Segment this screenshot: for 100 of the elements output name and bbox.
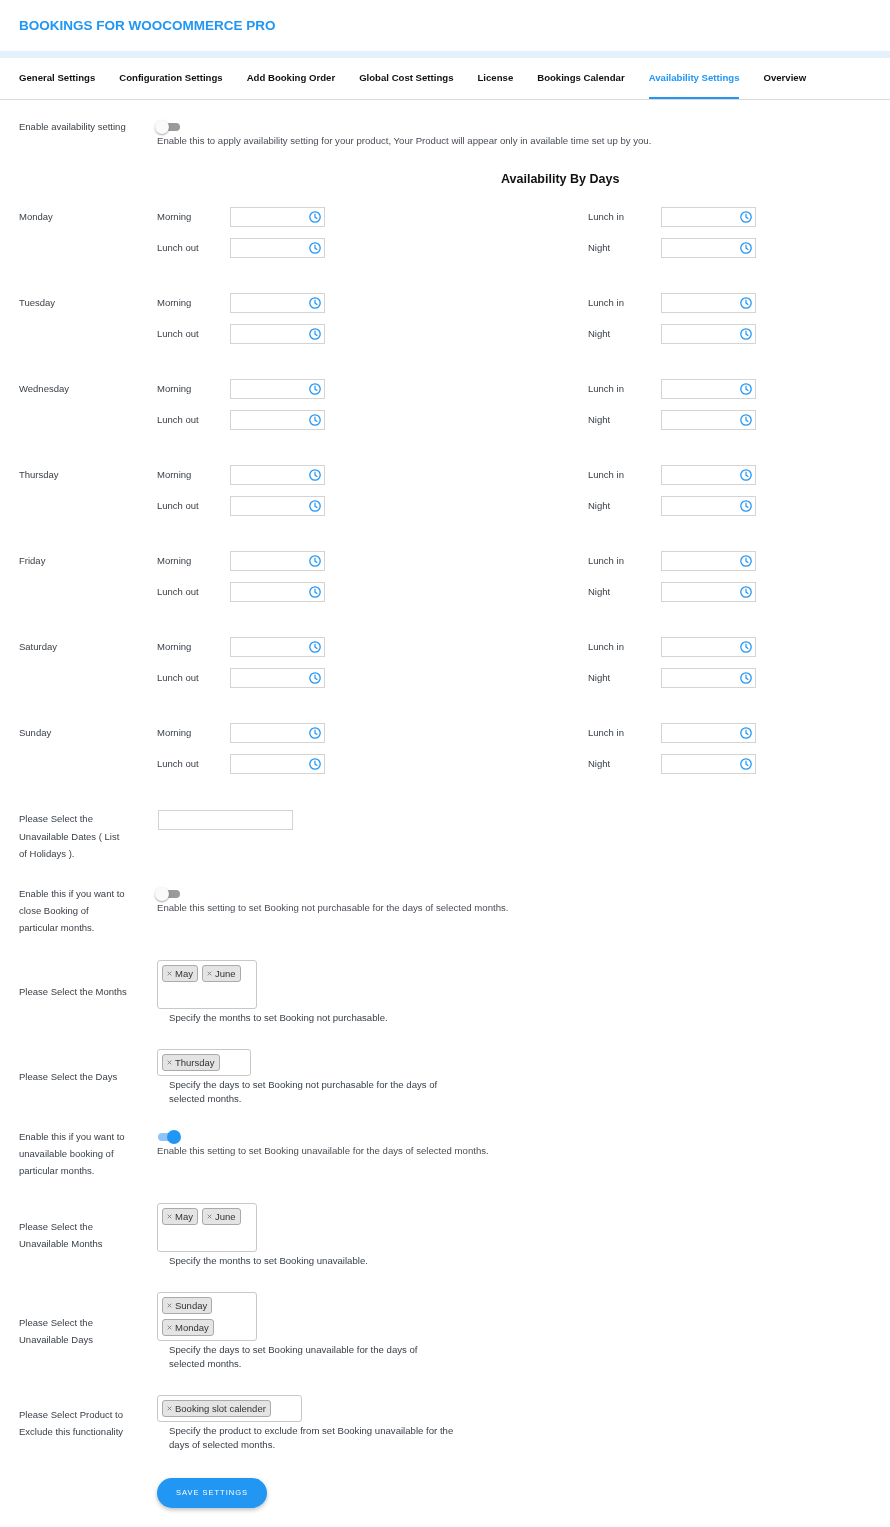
selected-tag[interactable]: Sunday: [162, 1296, 213, 1314]
clock-icon: [309, 211, 321, 223]
time-input[interactable]: [661, 723, 756, 743]
time-input[interactable]: [661, 293, 756, 313]
day-label: Sunday: [19, 726, 53, 740]
multi-select-field[interactable]: Sunday Monday: [157, 1291, 257, 1341]
time-input[interactable]: [661, 207, 756, 227]
remove-icon[interactable]: [167, 1302, 172, 1308]
multi-select-field[interactable]: Booking slot calender: [157, 1394, 302, 1422]
time-input[interactable]: [230, 668, 325, 688]
clock-icon: [740, 297, 752, 309]
time-slot-label: Night: [588, 241, 612, 255]
time-slot-label: Lunch in: [588, 554, 625, 568]
time-slot-label: Night: [588, 499, 612, 513]
time-input[interactable]: [230, 754, 325, 774]
time-input[interactable]: [230, 582, 325, 602]
multi-select-field[interactable]: Thursday: [157, 1048, 251, 1076]
time-slot-label: Night: [588, 413, 612, 427]
selected-tag[interactable]: May: [162, 964, 198, 982]
time-input[interactable]: [230, 637, 325, 657]
setting-description: Enable this setting to set Booking unavailable for the days of selected months.: [157, 1143, 489, 1158]
time-slot-label: Lunch in: [588, 640, 625, 654]
time-input[interactable]: [661, 637, 756, 657]
time-input[interactable]: [230, 465, 325, 485]
time-input[interactable]: [661, 465, 756, 485]
help-text: Specify the days to set Booking not purchasable for the days of selected months.: [169, 1077, 439, 1106]
setting-description: Enable this to apply availability setting for your product, Your Product will appear only in available time set up by you.: [157, 134, 652, 148]
nav-tab[interactable]: Bookings Calendar: [537, 58, 625, 99]
time-input[interactable]: [661, 379, 756, 399]
time-slot-label: Night: [588, 671, 612, 685]
clock-icon: [740, 242, 752, 254]
time-input[interactable]: [230, 551, 325, 571]
time-input[interactable]: [661, 410, 756, 430]
time-input[interactable]: [661, 551, 756, 571]
remove-icon[interactable]: [167, 1324, 172, 1330]
day-label: Wednesday: [19, 382, 70, 396]
help-text: Specify the days to set Booking unavailable for the days of selected months.: [169, 1342, 419, 1371]
time-slot-label: Lunch in: [588, 468, 625, 482]
remove-icon[interactable]: [167, 1213, 172, 1219]
clock-icon: [309, 383, 321, 395]
clock-icon: [309, 328, 321, 340]
day-label: Tuesday: [19, 296, 57, 310]
time-slot-label: Morning: [157, 554, 193, 568]
multi-select-field[interactable]: May June: [157, 1202, 257, 1252]
remove-icon[interactable]: [167, 1059, 172, 1065]
setting-label: Please Select the Months: [19, 985, 128, 1000]
nav-tab[interactable]: Configuration Settings: [119, 58, 223, 99]
day-label: Friday: [19, 554, 47, 568]
clock-icon: [309, 500, 321, 512]
nav-tab[interactable]: Overview: [763, 58, 807, 99]
time-input[interactable]: [230, 379, 325, 399]
setting-label: Enable this if you want to unavailable booking of particular months.: [19, 1129, 126, 1178]
setting-label: Please Select the Unavailable Dates ( List of Holidays ).: [19, 812, 121, 861]
time-input[interactable]: [230, 410, 325, 430]
time-input[interactable]: [661, 238, 756, 258]
time-slot-label: Morning: [157, 296, 193, 310]
time-input[interactable]: [230, 293, 325, 313]
time-slot-label: Morning: [157, 640, 193, 654]
time-slot-label: Lunch out: [157, 671, 200, 685]
time-input[interactable]: [230, 723, 325, 743]
multi-select-field[interactable]: May June: [157, 959, 257, 1009]
selected-tag[interactable]: Monday: [162, 1318, 214, 1336]
toggle-switch[interactable]: [155, 120, 181, 134]
nav-tab[interactable]: License: [477, 58, 514, 99]
nav-tab[interactable]: Global Cost Settings: [359, 58, 454, 99]
day-label: Thursday: [19, 468, 60, 482]
time-input[interactable]: [661, 496, 756, 516]
selected-tag[interactable]: June: [201, 1207, 241, 1225]
time-input[interactable]: [230, 496, 325, 516]
selected-tag[interactable]: June: [201, 964, 241, 982]
nav-tab[interactable]: General Settings: [19, 58, 96, 99]
time-slot-label: Lunch out: [157, 413, 200, 427]
time-slot-label: Night: [588, 327, 612, 341]
remove-icon[interactable]: [167, 1405, 172, 1411]
clock-icon: [309, 297, 321, 309]
time-slot-label: Lunch in: [588, 296, 625, 310]
setting-description: Enable this setting to set Booking not purchasable for the days of selected months.: [157, 900, 509, 915]
time-input[interactable]: [230, 238, 325, 258]
selected-tag[interactable]: Booking slot calender: [162, 1399, 271, 1417]
time-input[interactable]: [230, 207, 325, 227]
time-input[interactable]: [661, 668, 756, 688]
toggle-switch[interactable]: [155, 886, 181, 901]
remove-icon[interactable]: [206, 970, 212, 976]
remove-icon[interactable]: [206, 1213, 212, 1219]
time-input[interactable]: [661, 754, 756, 774]
selected-tag[interactable]: May: [162, 1207, 198, 1225]
time-slot-label: Lunch out: [157, 757, 200, 771]
time-slot-label: Lunch in: [588, 382, 625, 396]
date-input[interactable]: [158, 810, 293, 830]
day-label: Saturday: [19, 640, 59, 654]
day-label: Monday: [19, 210, 54, 224]
help-text: Specify the product to exclude from set Booking unavailable for the days of selected months.: [169, 1423, 454, 1452]
setting-label: Please Select the Days: [19, 1070, 119, 1085]
time-input[interactable]: [661, 324, 756, 344]
time-input[interactable]: [661, 582, 756, 602]
clock-icon: [309, 641, 321, 653]
time-input[interactable]: [230, 324, 325, 344]
selected-tag[interactable]: Thursday: [162, 1053, 220, 1071]
remove-icon[interactable]: [167, 970, 172, 976]
nav-tab[interactable]: Add Booking Order: [246, 58, 336, 99]
